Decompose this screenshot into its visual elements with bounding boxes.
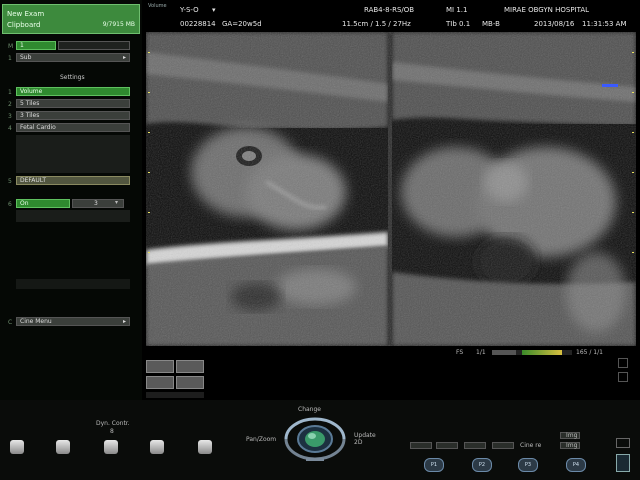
- tgc-knob-2[interactable]: [56, 440, 70, 454]
- depth-readout: 11.5cm / 1.5 / 27Hz: [342, 20, 411, 28]
- pan-zoom-label: Pan/Zoom: [246, 436, 277, 443]
- dyn-contr-label: Dyn. Contr.: [96, 420, 130, 427]
- thumbnail-3[interactable]: [146, 376, 174, 389]
- chevron-down-icon: ▾: [115, 199, 119, 206]
- info-bar: Volume Y-S-O ▾ 00228814 GA=20w5d RAB4-8-…: [146, 2, 640, 32]
- thumbnail-1[interactable]: [146, 360, 174, 373]
- orientation-marker: [602, 84, 618, 87]
- control-button-3[interactable]: [464, 442, 486, 449]
- time-readout: 11:31:53 AM: [582, 20, 627, 28]
- cine-progress[interactable]: [492, 350, 572, 355]
- settings-item-volume[interactable]: Volume: [16, 87, 130, 96]
- mi-readout: MI 1.1: [446, 6, 468, 14]
- settings-item-fetal-cardio[interactable]: Fetal Cardio: [16, 123, 130, 132]
- settings-title: Settings: [60, 74, 85, 81]
- settings-list-empty: [16, 135, 130, 173]
- update-label: Update 2D: [354, 432, 376, 446]
- storage-readout: 9/7915 MB: [102, 21, 135, 28]
- gestational-age: GA=20w5d: [222, 20, 262, 28]
- settings-item-3-tiles[interactable]: 3 Tiles: [16, 111, 130, 120]
- chevron-right-icon: ▸: [122, 318, 126, 325]
- ultrasound-image[interactable]: [146, 32, 636, 346]
- left-panel: New Exam Clipboard 9/7915 MB M 1 1 Sub ▸…: [0, 0, 142, 400]
- knob-5[interactable]: [198, 440, 212, 454]
- thumbnail-strip: [146, 392, 204, 398]
- patient-name: Y-S-O: [180, 6, 199, 14]
- sub-dropdown[interactable]: Sub ▸: [16, 53, 130, 62]
- volume-label: Volume: [148, 3, 167, 9]
- save-icon[interactable]: [616, 438, 630, 448]
- date-readout: 2013/08/16: [534, 20, 575, 28]
- change-label: Change: [298, 406, 321, 413]
- cine-menu-dropdown[interactable]: Cine Menu ▸: [16, 317, 130, 326]
- thumbnail-2[interactable]: [176, 360, 204, 373]
- probe-name: RAB4-8-RS/OB: [364, 6, 415, 14]
- exam-subtitle: Clipboard: [7, 21, 41, 29]
- chevron-down-icon[interactable]: ▾: [212, 6, 216, 14]
- p2-button[interactable]: P2: [472, 458, 492, 472]
- p1-button[interactable]: P1: [424, 458, 444, 472]
- print-icon[interactable]: [616, 454, 630, 472]
- tab-2[interactable]: [58, 41, 130, 50]
- control-button-1[interactable]: [410, 442, 432, 449]
- settings-item-5-tiles[interactable]: 5 Tiles: [16, 99, 130, 108]
- trackball-icon[interactable]: [280, 416, 350, 462]
- new-exam-button[interactable]: New Exam Clipboard 9/7915 MB: [2, 4, 140, 34]
- control-console: Dyn. Contr. 8 Change Pan/Zoom Update 2D …: [0, 400, 640, 480]
- on-toggle[interactable]: On: [16, 199, 70, 208]
- tib-readout: TIb 0.1: [446, 20, 471, 28]
- control-button-2[interactable]: [436, 442, 458, 449]
- dyn-contr-knob[interactable]: [104, 440, 118, 454]
- ultrasound-scan-svg: [146, 32, 636, 346]
- disabled-slot: [16, 279, 130, 289]
- tgc-knob-1[interactable]: [10, 440, 24, 454]
- scroll-down-icon[interactable]: [618, 372, 628, 382]
- fs-left-value: 1/1: [476, 349, 486, 356]
- tab-number: M: [8, 43, 14, 50]
- chevron-right-icon: ▸: [122, 54, 126, 61]
- p3-button[interactable]: P3: [518, 458, 538, 472]
- fs-right-value: 165 / 1/1: [576, 349, 603, 356]
- scroll-up-icon[interactable]: [618, 358, 628, 368]
- hospital-name: MIRAE OBGYN HOSPITAL: [504, 6, 590, 14]
- exam-id: 00228814: [180, 20, 216, 28]
- tab-1[interactable]: 1: [16, 41, 56, 50]
- cine-re-label: Cine re: [520, 442, 542, 449]
- p4-button[interactable]: P4: [566, 458, 586, 472]
- default-button[interactable]: DEFAULT: [16, 176, 130, 185]
- control-button-4[interactable]: [492, 442, 514, 449]
- thumbnail-4[interactable]: [176, 376, 204, 389]
- fs-label: FS: [456, 349, 464, 356]
- mode-readout: MB-B: [482, 20, 500, 28]
- dyn-contr-value: 8: [110, 428, 114, 435]
- knob-4[interactable]: [150, 440, 164, 454]
- exam-title: New Exam: [7, 10, 45, 18]
